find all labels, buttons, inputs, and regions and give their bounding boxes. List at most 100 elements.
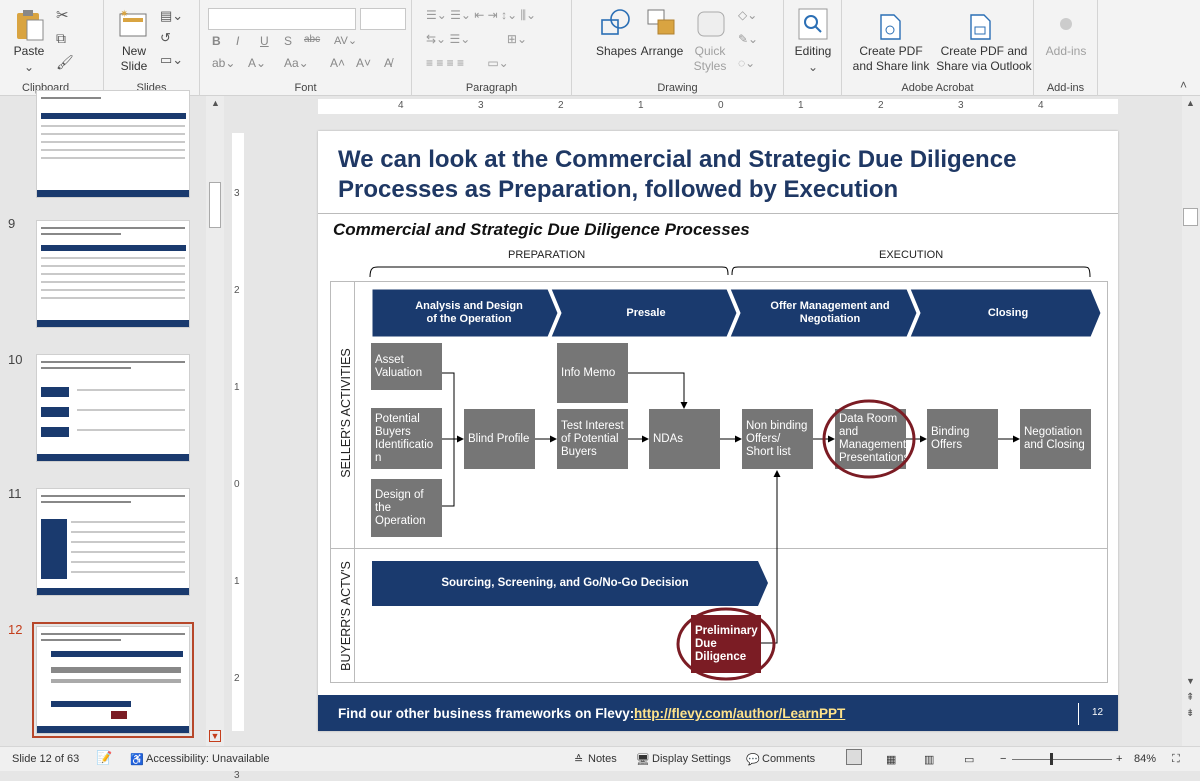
footer-text: Find our other business frameworks on Fl…	[338, 706, 635, 721]
scroll-down-icon[interactable]: ▼	[209, 730, 221, 742]
slide-thumbnail-9[interactable]	[36, 220, 190, 328]
addins-button[interactable]: Add-ins	[1038, 44, 1094, 59]
font-label: Font	[294, 82, 317, 94]
shapes-icon[interactable]	[600, 8, 632, 40]
zoom-level[interactable]: 84%	[1134, 753, 1156, 765]
shape-effects-icon[interactable]: ◌⌄	[738, 56, 755, 70]
font-color-icon[interactable]: A⌄	[248, 56, 266, 70]
fit-slide-icon[interactable]: ⛶	[1172, 753, 1180, 766]
zoom-slider[interactable]	[1012, 759, 1112, 760]
arrange-icon[interactable]	[646, 8, 678, 40]
slides-group: ✷ New Slide ▤⌄ ↺ ▭⌄ Slides	[104, 0, 200, 96]
cut-icon[interactable]: ✂	[56, 6, 69, 24]
ruler-tick-label: 2	[878, 100, 884, 111]
shape-outline-icon[interactable]: ✎⌄	[738, 32, 758, 46]
zoom-slider-thumb[interactable]	[1050, 753, 1053, 765]
editing-button[interactable]: Editing	[788, 44, 838, 59]
slide-thumbnail-10[interactable]	[36, 354, 190, 462]
chevron-down-icon[interactable]: ⌄	[24, 60, 34, 74]
shape-fill-icon[interactable]: ◇⌄	[738, 8, 757, 22]
normal-view-icon[interactable]	[846, 749, 862, 765]
thumbnail-scrollbar[interactable]: ▲ ▼	[206, 96, 224, 746]
scroll-down-icon[interactable]: ▼	[1186, 676, 1195, 686]
slide-number-12: 12	[8, 622, 23, 637]
create-pdf-share-link-button[interactable]: Create PDF and Share link	[846, 44, 936, 74]
create-pdf-outlook-button[interactable]: Create PDF and Share via Outlook	[936, 44, 1032, 74]
notes-icon[interactable]: ≙	[574, 753, 583, 766]
scroll-up-icon[interactable]: ▲	[211, 98, 220, 108]
shapes-button[interactable]: Shapes	[596, 44, 637, 59]
accessibility-icon[interactable]: ♿	[130, 753, 144, 766]
ribbon: Paste ⌄ ✂ ⧉ 🖌 Clipboard ✷ New Slide ▤⌄ ↺…	[0, 0, 1200, 96]
scroll-up-icon[interactable]: ▲	[1186, 98, 1195, 108]
quick-styles-button[interactable]: Quick Styles	[688, 44, 732, 74]
slide-thumbnail-8[interactable]	[36, 90, 190, 198]
display-settings-icon[interactable]: 🖥	[636, 753, 650, 766]
prev-slide-icon[interactable]: ⇞	[1186, 692, 1194, 703]
addins-label: Add-ins	[1046, 82, 1085, 94]
spelling-icon[interactable]: 📝	[96, 750, 112, 766]
paste-button[interactable]: Paste	[10, 44, 48, 59]
copy-icon[interactable]: ⧉	[56, 30, 66, 47]
slide-canvas: We can look at the Commercial and Strate…	[318, 131, 1118, 731]
reset-icon[interactable]: ↺	[160, 30, 171, 46]
slideshow-icon[interactable]: ▭	[964, 753, 974, 766]
quick-styles-icon[interactable]	[696, 8, 728, 40]
slide-thumbnail-11[interactable]	[36, 488, 190, 596]
italic-icon[interactable]: I	[236, 34, 239, 48]
layout-icon[interactable]: ▤⌄	[160, 8, 183, 24]
zoom-out-icon[interactable]: −	[1000, 753, 1006, 765]
clipboard-group: Paste ⌄ ✂ ⧉ 🖌 Clipboard	[0, 0, 104, 96]
zoom-in-icon[interactable]: +	[1116, 753, 1122, 765]
chevron-down-icon[interactable]: ⌄	[808, 60, 818, 74]
next-slide-icon[interactable]: ⇟	[1186, 708, 1194, 719]
slide-scrollbar[interactable]: ▲ ▼ ⇞ ⇟	[1182, 96, 1200, 746]
comments-icon[interactable]: 💬	[746, 753, 760, 766]
ruler-tick-label: 2	[558, 100, 564, 111]
reading-view-icon[interactable]: ▥	[924, 753, 934, 766]
slide-number-9: 9	[8, 216, 16, 231]
highlight-icon[interactable]: ab⌄	[212, 56, 235, 70]
scrollbar-thumb[interactable]	[1183, 208, 1198, 226]
ruler-tick-label: 3	[958, 100, 964, 111]
font-size-combo[interactable]	[360, 8, 406, 30]
shrink-font-icon[interactable]: A˅	[356, 56, 371, 70]
footer-link[interactable]: http://flevy.com/author/LearnPPT	[634, 706, 845, 721]
thumb-title-line	[41, 97, 101, 99]
scrollbar-thumb[interactable]	[209, 182, 221, 228]
addins-icon[interactable]	[1056, 14, 1076, 34]
pdf-outlook-icon[interactable]	[968, 14, 992, 40]
slide-number-10: 10	[8, 352, 23, 367]
paste-icon[interactable]	[14, 8, 44, 42]
comments-button[interactable]: Comments	[762, 753, 815, 765]
format-painter-icon[interactable]: 🖌	[56, 54, 74, 71]
notes-button[interactable]: Notes	[588, 753, 617, 765]
acrobat-label: Adobe Acrobat	[901, 82, 974, 94]
clear-format-icon[interactable]: A̸	[384, 56, 392, 70]
grow-font-icon[interactable]: A˄	[330, 56, 345, 70]
align-icon[interactable]: ≡ ≡ ≡ ≡ ▭⌄	[426, 56, 509, 70]
accessibility-status[interactable]: Accessibility: Unavailable	[146, 753, 270, 765]
search-icon[interactable]	[798, 8, 828, 40]
strikethrough-icon[interactable]: abc	[304, 34, 320, 45]
text-direction-icon[interactable]: ⇆⌄ ☰⌄ ⊞⌄	[426, 32, 527, 46]
ruler-tick-label: 0	[718, 100, 724, 111]
slide-thumbnail-12-selected[interactable]	[32, 622, 194, 738]
bullets-icon[interactable]: ☰⌄ ☰⌄ ⇤ ⇥ ↕⌄ ⫼⌄	[426, 8, 536, 23]
new-slide-icon[interactable]: ✷	[118, 8, 148, 40]
pdf-share-icon[interactable]	[878, 14, 902, 40]
acrobat-group: Create PDF and Share link Create PDF and…	[842, 0, 1034, 96]
font-name-combo[interactable]	[208, 8, 356, 30]
change-case-icon[interactable]: Aa⌄	[284, 56, 309, 70]
arrange-button[interactable]: Arrange	[640, 44, 684, 59]
display-settings-button[interactable]: Display Settings	[652, 753, 731, 765]
new-slide-button[interactable]: New Slide	[114, 44, 154, 74]
collapse-ribbon-icon[interactable]: ˄	[1180, 78, 1187, 92]
ruler-tick-label: 1	[234, 576, 240, 587]
bold-icon[interactable]: B	[212, 34, 221, 48]
slide-sorter-icon[interactable]: ▦	[886, 753, 896, 766]
underline-icon[interactable]: U	[260, 34, 269, 48]
char-spacing-icon[interactable]: AV⌄	[334, 34, 357, 47]
section-icon[interactable]: ▭⌄	[160, 52, 183, 68]
shadow-icon[interactable]: S	[284, 34, 292, 48]
